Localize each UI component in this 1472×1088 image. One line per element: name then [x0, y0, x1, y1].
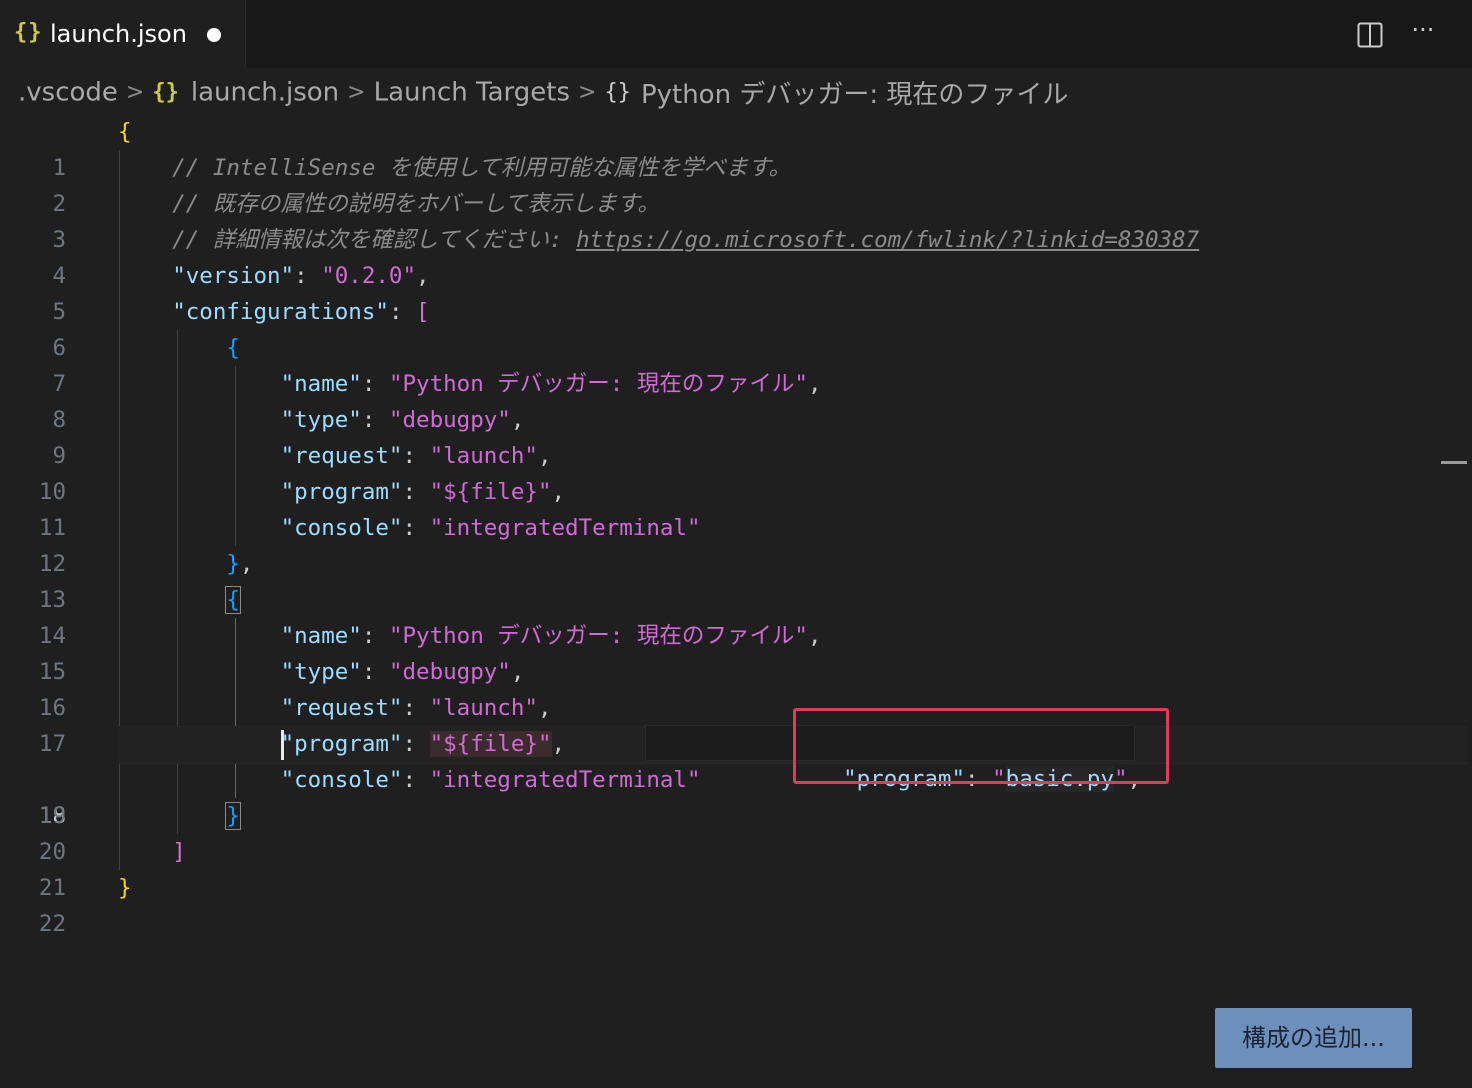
- scrollbar-marker[interactable]: [1441, 461, 1467, 464]
- object-braces-icon: {}: [604, 80, 631, 105]
- json-value: "${file}": [429, 731, 552, 757]
- doc-link[interactable]: https://go.microsoft.com/fwlink/?linkid=…: [576, 227, 1199, 253]
- json-value: "${file}": [429, 479, 552, 505]
- code-line: 12 "console": "integratedTerminal": [0, 510, 1472, 577]
- code-line: 4 // 詳細情報は次を確認してください: https://go.microso…: [0, 222, 1472, 289]
- code-line: 9 "type": "debugpy",: [0, 402, 1472, 469]
- code-editor[interactable]: 1 { 2 // IntelliSense を使用して利用可能な属性を学べます。…: [0, 114, 1472, 937]
- code-line: 5 "version": "0.2.0",: [0, 258, 1472, 325]
- more-actions-icon[interactable]: ···: [1408, 18, 1438, 46]
- code-line: 7 {: [0, 330, 1472, 397]
- breadcrumb-item-launch-targets[interactable]: Launch Targets: [374, 78, 570, 108]
- json-key: "program": [280, 731, 403, 757]
- breadcrumb-item-config[interactable]: Python デバッガー: 現在のファイル: [641, 80, 1068, 110]
- code-line: 8 "name": "Python デバッガー: 現在のファイル",: [0, 366, 1472, 433]
- code-line: 16 "type": "debugpy",: [0, 654, 1472, 721]
- line-number: 22: [38, 911, 66, 937]
- code-line: 2 // IntelliSense を使用して利用可能な属性を学べます。: [0, 150, 1472, 217]
- json-key: "request": [280, 443, 403, 469]
- json-key: "program": [280, 479, 403, 505]
- code-line: 10 "request": "launch",: [0, 438, 1472, 505]
- comment: // 詳細情報は次を確認してください:: [172, 227, 577, 253]
- json-value: "launch": [429, 695, 538, 721]
- tab-bar: {} launch.json ···: [0, 0, 1472, 68]
- json-value: "Python デバッガー: 現在のファイル": [388, 371, 808, 397]
- comment: // 既存の属性の説明をホバーして表示します。: [172, 191, 660, 217]
- code-line: 1 {: [0, 114, 1472, 181]
- json-braces-icon: {}: [152, 80, 179, 105]
- breadcrumb: .vscode > {} launch.json > Launch Targets > {} P…: [18, 74, 1068, 114]
- add-configuration-button[interactable]: 構成の追加...: [1215, 1008, 1412, 1068]
- breadcrumb-item-vscode[interactable]: .vscode: [18, 78, 118, 108]
- json-value: "integratedTerminal": [429, 767, 701, 793]
- code-line: 17 "request": "launch",: [0, 690, 1472, 757]
- json-key: "type": [280, 659, 362, 685]
- json-value: "debugpy": [388, 659, 511, 685]
- json-key: "console": [280, 767, 403, 793]
- code-line: 3 // 既存の属性の説明をホバーして表示します。: [0, 186, 1472, 253]
- code-line: 22 }: [0, 870, 1472, 937]
- code-line: 19 "console": "integratedTerminal": [0, 762, 1472, 829]
- json-value: "0.2.0": [321, 263, 417, 289]
- code-line: 14 {: [0, 582, 1472, 649]
- json-key: "type": [280, 407, 362, 433]
- tab-label: launch.json: [50, 20, 187, 48]
- json-key: "name": [280, 371, 362, 397]
- code-line: 6 "configurations": [: [0, 294, 1472, 361]
- highlight-annotation-box: [793, 708, 1169, 784]
- split-editor-icon[interactable]: [1357, 22, 1383, 48]
- json-key: "version": [172, 263, 295, 289]
- code-line: 21 ]: [0, 834, 1472, 901]
- tab-launch-json[interactable]: {} launch.json: [0, 0, 246, 68]
- json-braces-icon: {}: [14, 20, 43, 45]
- code-line: 11 "program": "${file}",: [0, 474, 1472, 541]
- chevron-right-icon: >: [125, 80, 145, 105]
- json-value: "debugpy": [388, 407, 511, 433]
- json-key: "configurations": [172, 299, 389, 325]
- json-key: "console": [280, 515, 403, 541]
- chevron-right-icon: >: [578, 80, 597, 105]
- json-key: "name": [280, 623, 362, 649]
- comment: // IntelliSense を使用して利用可能な属性を学べます。: [172, 155, 792, 181]
- chevron-right-icon: >: [347, 80, 366, 105]
- code-line: 20 }: [0, 798, 1472, 865]
- json-value: "Python デバッガー: 現在のファイル": [388, 623, 808, 649]
- code-line: 15 "name": "Python デバッガー: 現在のファイル",: [0, 618, 1472, 685]
- breadcrumb-item-launch-json[interactable]: launch.json: [191, 78, 339, 108]
- json-value: "launch": [429, 443, 538, 469]
- json-value: "integratedTerminal": [429, 515, 701, 541]
- json-key: "request": [280, 695, 403, 721]
- unsaved-dot-icon[interactable]: [207, 28, 221, 42]
- code-line: 13 },: [0, 546, 1472, 613]
